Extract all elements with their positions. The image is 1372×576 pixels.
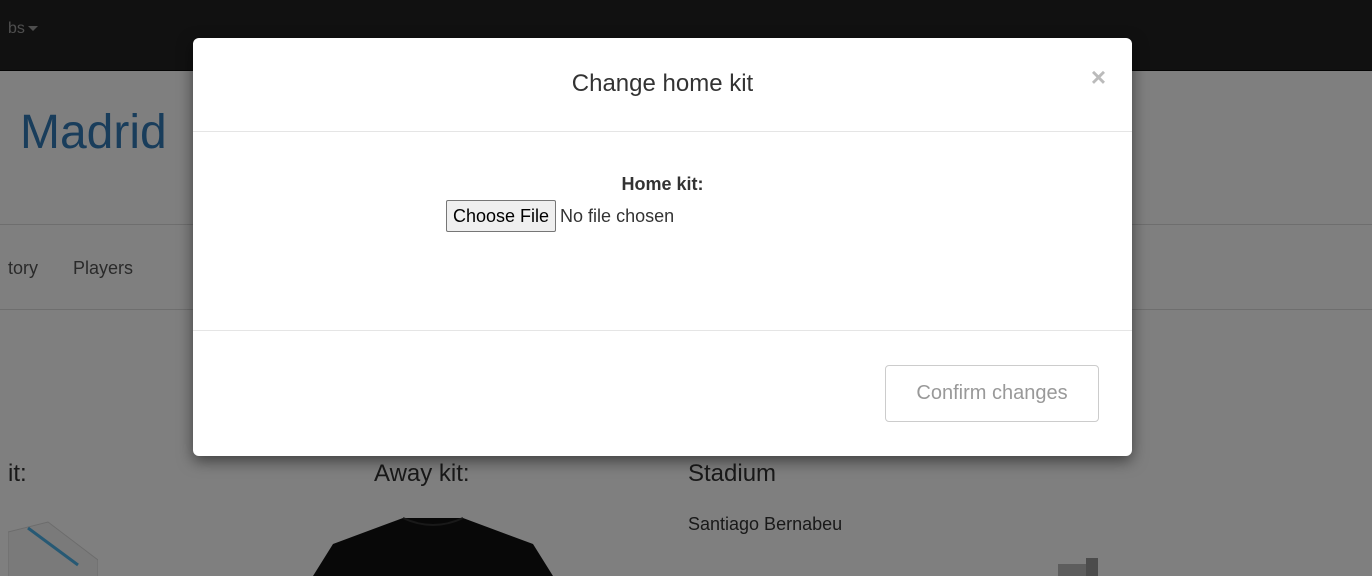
modal-body: Home kit: Choose File No file chosen: [193, 132, 1132, 331]
change-home-kit-modal: Change home kit × Home kit: Choose File N…: [193, 38, 1132, 456]
modal-title: Change home kit: [571, 70, 754, 97]
home-kit-file-input[interactable]: Choose File No file chosen: [446, 200, 674, 232]
confirm-changes-button[interactable]: Confirm changes: [885, 365, 1099, 422]
modal-footer: Confirm changes: [193, 331, 1132, 456]
modal-header: Change home kit ×: [193, 38, 1132, 132]
choose-file-button[interactable]: Choose File: [446, 200, 557, 232]
home-kit-field-label: Home kit:: [621, 174, 704, 194]
close-icon[interactable]: ×: [1091, 64, 1106, 90]
file-status: No file chosen: [560, 205, 675, 226]
